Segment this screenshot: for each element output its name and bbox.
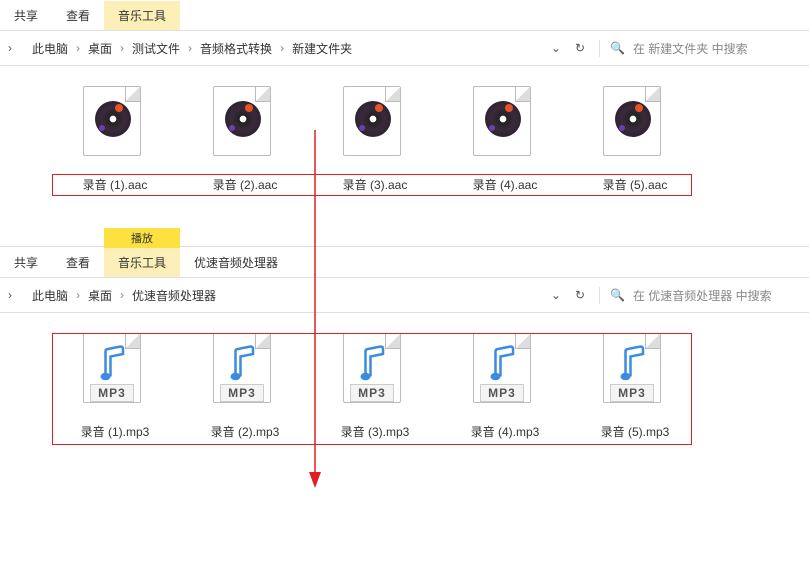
mp3-file-icon: MP3 — [473, 333, 537, 405]
audio-file-icon — [343, 86, 407, 158]
music-note-icon — [228, 344, 258, 384]
search-icon: 🔍 — [610, 288, 625, 302]
search-placeholder: 在 优速音频处理器 中搜索 — [633, 287, 772, 304]
chevron-right-icon[interactable]: › — [0, 41, 20, 55]
music-note-icon — [488, 344, 518, 384]
file-item[interactable]: 录音 (3).aac — [330, 86, 420, 193]
crumb-pc[interactable]: 此电脑 — [26, 36, 74, 61]
toolbar-2: 共享 查看 播放 音乐工具 — [0, 247, 180, 277]
chevron-right-icon: › — [118, 41, 126, 55]
tab-name: 音乐工具 — [104, 248, 180, 277]
search-input[interactable]: 🔍 在 优速音频处理器 中搜索 — [599, 287, 809, 304]
crumb-desktop[interactable]: 桌面 — [82, 283, 118, 308]
file-name: 录音 (5).mp3 — [601, 423, 670, 440]
toolbar-1: 共享 查看 播放 音乐工具 — [0, 0, 809, 30]
file-name: 录音 (4).aac — [473, 176, 538, 193]
dropdown-icon[interactable]: ⌄ — [551, 41, 561, 55]
music-tools-tab[interactable]: 播放 音乐工具 — [104, 0, 180, 30]
dropdown-icon[interactable]: ⌄ — [551, 288, 561, 302]
file-item[interactable]: MP3 录音 (3).mp3 — [330, 333, 420, 440]
file-item[interactable]: 录音 (5).aac — [590, 86, 680, 193]
file-name: 录音 (3).mp3 — [341, 423, 410, 440]
music-note-icon — [98, 344, 128, 384]
window-title: 优速音频处理器 — [180, 248, 292, 277]
toolbar-view[interactable]: 查看 — [52, 248, 104, 277]
crumb-newfolder[interactable]: 新建文件夹 — [286, 36, 358, 61]
mp3-file-icon: MP3 — [343, 333, 407, 405]
chevron-right-icon: › — [74, 288, 82, 302]
file-name: 录音 (2).mp3 — [211, 423, 280, 440]
search-input[interactable]: 🔍 在 新建文件夹 中搜索 — [599, 40, 809, 57]
file-name: 录音 (1).aac — [83, 176, 148, 193]
music-note-icon — [618, 344, 648, 384]
explorer-window-2: 共享 查看 播放 音乐工具 优速音频处理器 › 此电脑› 桌面› 优速音频处理器… — [0, 247, 809, 493]
breadcrumb: 此电脑› 桌面› 优速音频处理器 — [20, 283, 537, 308]
search-icon: 🔍 — [610, 41, 625, 55]
chevron-right-icon: › — [278, 41, 286, 55]
file-item[interactable]: 录音 (1).aac — [70, 86, 160, 193]
file-area-1[interactable]: 录音 (1).aac 录音 (2).aac 录音 (3).aac 录音 (4).aac… — [0, 66, 809, 246]
file-item[interactable]: MP3 录音 (4).mp3 — [460, 333, 550, 440]
file-name: 录音 (3).aac — [343, 176, 408, 193]
mp3-badge: MP3 — [220, 384, 264, 402]
file-item[interactable]: 录音 (4).aac — [460, 86, 550, 193]
chevron-right-icon: › — [186, 41, 194, 55]
explorer-window-1: 共享 查看 播放 音乐工具 › 此电脑› 桌面› 测试文件› 音频格式转换› 新… — [0, 0, 809, 247]
search-placeholder: 在 新建文件夹 中搜索 — [633, 40, 748, 57]
refresh-icon[interactable]: ↻ — [575, 41, 585, 55]
audio-file-icon — [83, 86, 147, 158]
crumb-audioconv[interactable]: 音频格式转换 — [194, 36, 278, 61]
audio-file-icon — [473, 86, 537, 158]
audio-file-icon — [603, 86, 667, 158]
audio-file-icon — [213, 86, 277, 158]
chevron-right-icon[interactable]: › — [0, 288, 20, 302]
file-name: 录音 (2).aac — [213, 176, 278, 193]
mp3-badge: MP3 — [480, 384, 524, 402]
file-item[interactable]: MP3 录音 (1).mp3 — [70, 333, 160, 440]
file-area-2[interactable]: MP3录音 (1).mp3MP3录音 (2).mp3MP3录音 (3).mp3M… — [0, 313, 809, 493]
file-item[interactable]: MP3 录音 (2).mp3 — [200, 333, 290, 440]
toolbar-view[interactable]: 查看 — [52, 1, 104, 30]
mp3-file-icon: MP3 — [213, 333, 277, 405]
crumb-testfiles[interactable]: 测试文件 — [126, 36, 186, 61]
mp3-badge: MP3 — [350, 384, 394, 402]
breadcrumb: 此电脑› 桌面› 测试文件› 音频格式转换› 新建文件夹 — [20, 36, 537, 61]
crumb-pc[interactable]: 此电脑 — [26, 283, 74, 308]
address-bar-1: › 此电脑› 桌面› 测试文件› 音频格式转换› 新建文件夹 ⌄ ↻ 🔍 在 新… — [0, 30, 809, 66]
refresh-icon[interactable]: ↻ — [575, 288, 585, 302]
file-item[interactable]: MP3 录音 (5).mp3 — [590, 333, 680, 440]
toolbar-share[interactable]: 共享 — [0, 248, 52, 277]
crumb-app[interactable]: 优速音频处理器 — [126, 283, 222, 308]
mp3-badge: MP3 — [610, 384, 654, 402]
chevron-right-icon: › — [118, 288, 126, 302]
mp3-file-icon: MP3 — [83, 333, 147, 405]
mp3-file-icon: MP3 — [603, 333, 667, 405]
file-name: 录音 (1).mp3 — [81, 423, 150, 440]
crumb-desktop[interactable]: 桌面 — [82, 36, 118, 61]
mp3-badge: MP3 — [90, 384, 134, 402]
address-bar-2: › 此电脑› 桌面› 优速音频处理器 ⌄ ↻ 🔍 在 优速音频处理器 中搜索 — [0, 277, 809, 313]
music-note-icon — [358, 344, 388, 384]
tab-name: 音乐工具 — [104, 1, 180, 30]
chevron-right-icon: › — [74, 41, 82, 55]
file-name: 录音 (4).mp3 — [471, 423, 540, 440]
file-name: 录音 (5).aac — [603, 176, 668, 193]
file-item[interactable]: 录音 (2).aac — [200, 86, 290, 193]
toolbar-share[interactable]: 共享 — [0, 1, 52, 30]
